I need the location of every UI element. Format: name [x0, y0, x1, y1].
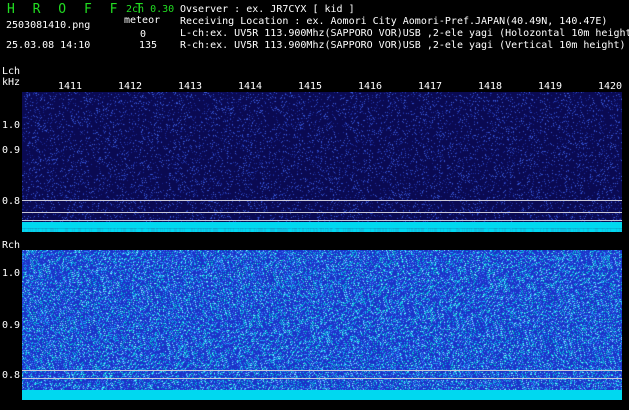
- x-tick-label: 1411: [58, 81, 83, 92]
- x-tick-label: 1416: [358, 81, 383, 92]
- rch-ytick: 0.8: [2, 370, 21, 381]
- rch-meteor-count: 135: [138, 40, 157, 51]
- rch-noise-floor: [22, 390, 622, 400]
- observer-line: Ovserver : ex. JR7CYX [ kid ]: [180, 4, 355, 15]
- lch-marker-line: [22, 212, 622, 213]
- x-tick-label: 1417: [418, 81, 443, 92]
- rch-ytick: 1.0: [2, 268, 21, 279]
- lch-marker-line: [22, 200, 622, 201]
- lch-noise-floor: [22, 222, 622, 228]
- rch-marker-line: [22, 378, 622, 379]
- x-tick-label: 1418: [478, 81, 503, 92]
- location-line: Receiving Location : ex. Aomori City Aom…: [180, 16, 608, 27]
- lch-label: Lch: [2, 66, 21, 77]
- lch-marker-line: [22, 220, 622, 221]
- lch-ytick: 0.9: [2, 145, 21, 156]
- lch-ytick: 1.0: [2, 120, 21, 131]
- meteor-label: meteor: [124, 15, 161, 26]
- datetime-label: 25.03.08 14:10: [6, 40, 91, 51]
- rch-info-line: R-ch:ex. UV5R 113.900Mhz(SAPPORO VOR)USB…: [180, 40, 626, 51]
- rch-marker-line: [22, 370, 622, 371]
- x-tick-label: 1415: [298, 81, 323, 92]
- lch-meteor-count: 0: [139, 29, 146, 40]
- khz-unit-label: kHz: [2, 77, 21, 88]
- x-tick-label: 1414: [238, 81, 263, 92]
- x-tick-label: 1413: [178, 81, 203, 92]
- x-tick-label: 1420: [598, 81, 623, 92]
- lch-spectrogram-canvas: [22, 92, 622, 232]
- version-label: 2ch 0.30: [126, 4, 175, 15]
- rch-ytick: 0.9: [2, 320, 21, 331]
- lch-info-line: L-ch:ex. UV5R 113.900Mhz(SAPPORO VOR)USB…: [180, 28, 629, 39]
- lch-spectrogram: [22, 92, 622, 232]
- rch-label: Rch: [2, 240, 21, 251]
- x-tick-label: 1412: [118, 81, 143, 92]
- x-tick-label: 1419: [538, 81, 563, 92]
- filename-label: 2503081410.png: [6, 20, 91, 31]
- lch-ytick: 0.8: [2, 196, 21, 207]
